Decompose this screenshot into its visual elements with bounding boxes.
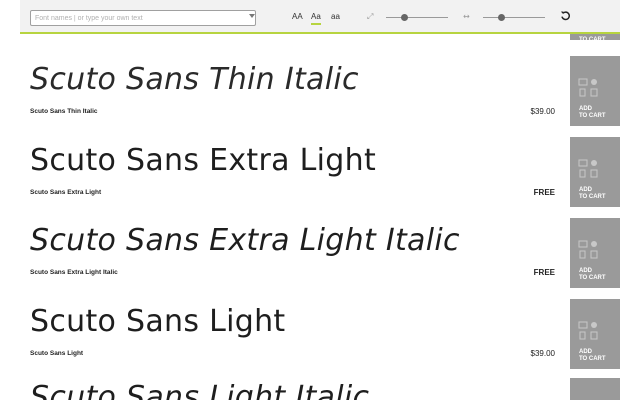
font-row: Scuto Sans Thin Italic Scuto Sans Thin I…: [20, 58, 630, 138]
add-to-cart-label: ADD TO CART: [579, 106, 606, 119]
add-to-cart-label: ADD TO CART: [579, 349, 606, 362]
horizontal-arrows-icon: ↔: [463, 12, 470, 21]
add-to-cart-label: ADD TO CART: [579, 268, 606, 281]
font-row: Scuto Sans Light Italic: [20, 378, 630, 400]
font-row: Scuto Sans Light Scuto Sans Light $39.00: [20, 300, 630, 380]
font-price: $39.00: [530, 107, 555, 116]
font-search-input[interactable]: [30, 10, 256, 26]
uppercase-button[interactable]: AA: [292, 12, 303, 23]
toolbar: AA Aa aa ⤢ ↔: [20, 0, 620, 34]
undo-icon[interactable]: [560, 10, 571, 21]
font-sample-text: Scuto Sans Light: [30, 304, 286, 339]
font-name-label: Scuto Sans Extra Light Italic: [30, 269, 118, 276]
add-to-cart-button[interactable]: ADD TO CART: [570, 56, 620, 126]
add-to-cart-button[interactable]: ADD TO CART: [570, 218, 620, 288]
font-row: Scuto Sans Extra Light Scuto Sans Extra …: [20, 139, 630, 219]
size-slider-knob[interactable]: [401, 14, 409, 21]
add-to-cart-button[interactable]: ADD TO CART: [570, 299, 620, 369]
font-name-label: Scuto Sans Light: [30, 350, 84, 357]
add-to-cart-label: ADD TO CART: [579, 187, 606, 200]
chevron-down-icon[interactable]: [249, 14, 255, 18]
font-sample-text: Scuto Sans Extra Light Italic: [30, 223, 460, 258]
font-sample-text: Scuto Sans Thin Italic: [30, 62, 359, 97]
expand-arrows-icon: ⤢: [367, 12, 374, 21]
devices-icon: [578, 159, 598, 178]
titlecase-button[interactable]: Aa: [311, 12, 321, 25]
devices-icon: [578, 78, 598, 97]
lowercase-button[interactable]: aa: [331, 12, 340, 23]
font-name-label: Scuto Sans Extra Light: [30, 189, 102, 196]
spacing-slider[interactable]: [483, 14, 545, 21]
font-sample-text: Scuto Sans Light Italic: [30, 380, 370, 400]
font-row: Scuto Sans Extra Light Italic Scuto Sans…: [20, 219, 630, 299]
spacing-slider-knob[interactable]: [498, 14, 506, 21]
size-slider[interactable]: [386, 14, 448, 21]
devices-icon: [578, 321, 598, 340]
font-catalog-page: ADD TO CART AA Aa aa ⤢ ↔ Scuto Sans Thin…: [0, 0, 640, 400]
add-to-cart-button-partial[interactable]: [570, 378, 620, 400]
font-name-label: Scuto Sans Thin Italic: [30, 108, 98, 115]
font-price: FREE: [533, 188, 555, 197]
devices-icon: [578, 240, 598, 259]
font-sample-text: Scuto Sans Extra Light: [30, 143, 377, 178]
font-price: $39.00: [530, 349, 555, 358]
font-price: FREE: [533, 268, 555, 277]
add-to-cart-button[interactable]: ADD TO CART: [570, 137, 620, 207]
